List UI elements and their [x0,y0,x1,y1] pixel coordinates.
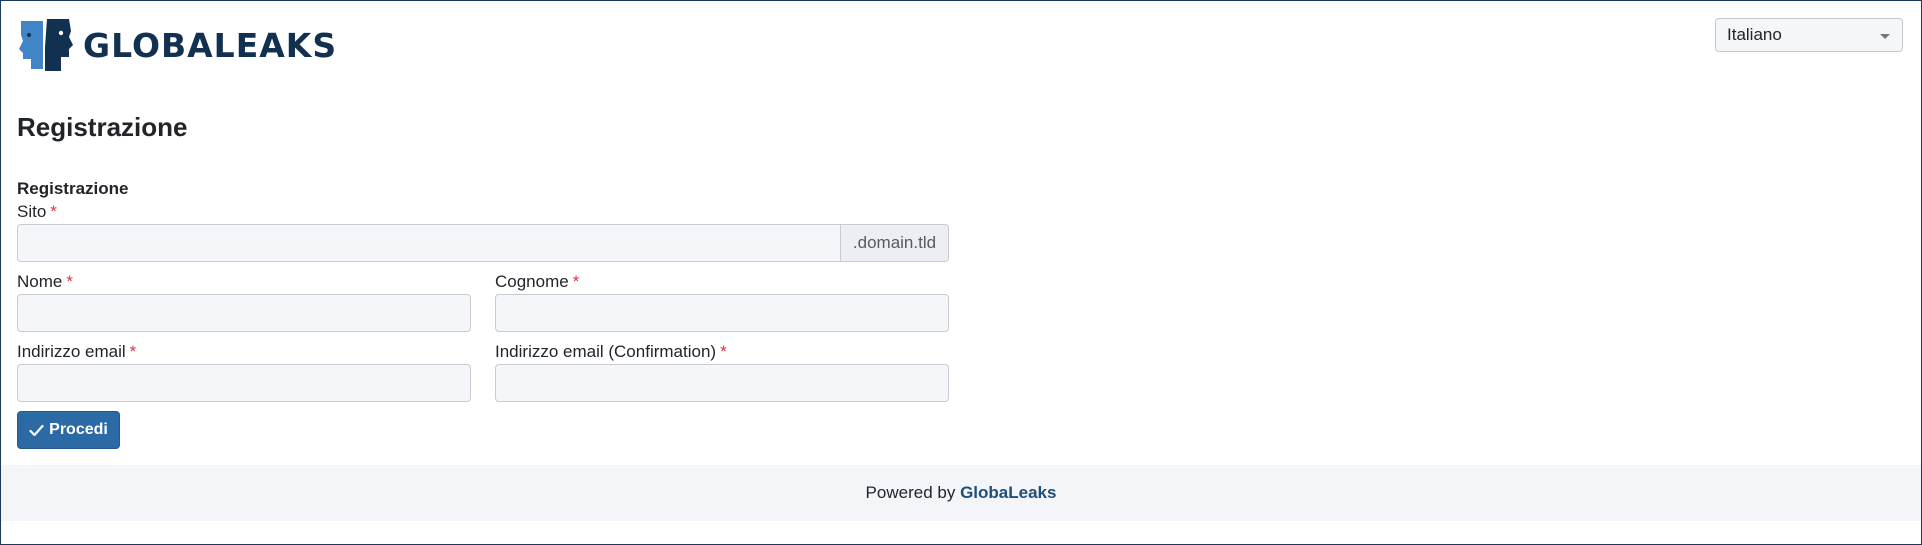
site-label: Sito * [17,202,57,222]
email-confirm-label-text: Indirizzo email (Confirmation) [495,342,717,361]
check-icon [29,424,44,436]
required-mark: * [66,272,73,291]
footer: Powered by GlobaLeaks [1,465,1921,521]
footer-globaleaks-link[interactable]: GlobaLeaks [960,483,1056,502]
brand-name: GLOBALEAKS [83,25,338,65]
required-mark: * [720,342,727,361]
email-confirm-label: Indirizzo email (Confirmation) * [495,342,727,362]
site-input-group: .domain.tld [17,224,949,262]
last-name-label: Cognome * [495,272,579,292]
site-domain-suffix: .domain.tld [840,224,949,262]
required-mark: * [572,272,580,291]
last-name-input[interactable] [495,294,949,332]
proceed-button-label: Procedi [49,421,108,438]
site-input[interactable] [17,224,840,262]
email-label: Indirizzo email * [17,342,136,362]
first-name-input[interactable] [17,294,471,332]
page-frame [0,0,1922,545]
page-title: Registrazione [17,112,188,142]
header: GLOBALEAKS [17,17,337,73]
proceed-button[interactable]: Procedi [17,411,120,449]
site-label-text: Sito [17,202,47,221]
email-confirm-input[interactable] [495,364,949,402]
language-selected-value: Italiano [1727,25,1782,44]
email-input[interactable] [17,364,471,402]
last-name-label-text: Cognome [495,272,569,291]
footer-powered-by: Powered by [865,483,956,502]
first-name-label: Nome * [17,272,73,292]
email-label-text: Indirizzo email [17,342,126,361]
first-name-label-text: Nome [17,272,63,291]
required-mark: * [129,342,137,361]
chevron-down-icon [1880,34,1890,39]
required-mark: * [50,202,57,221]
form-section-title: Registrazione [17,179,129,198]
language-select[interactable]: Italiano [1715,18,1903,52]
globaleaks-logo-icon [19,19,73,71]
